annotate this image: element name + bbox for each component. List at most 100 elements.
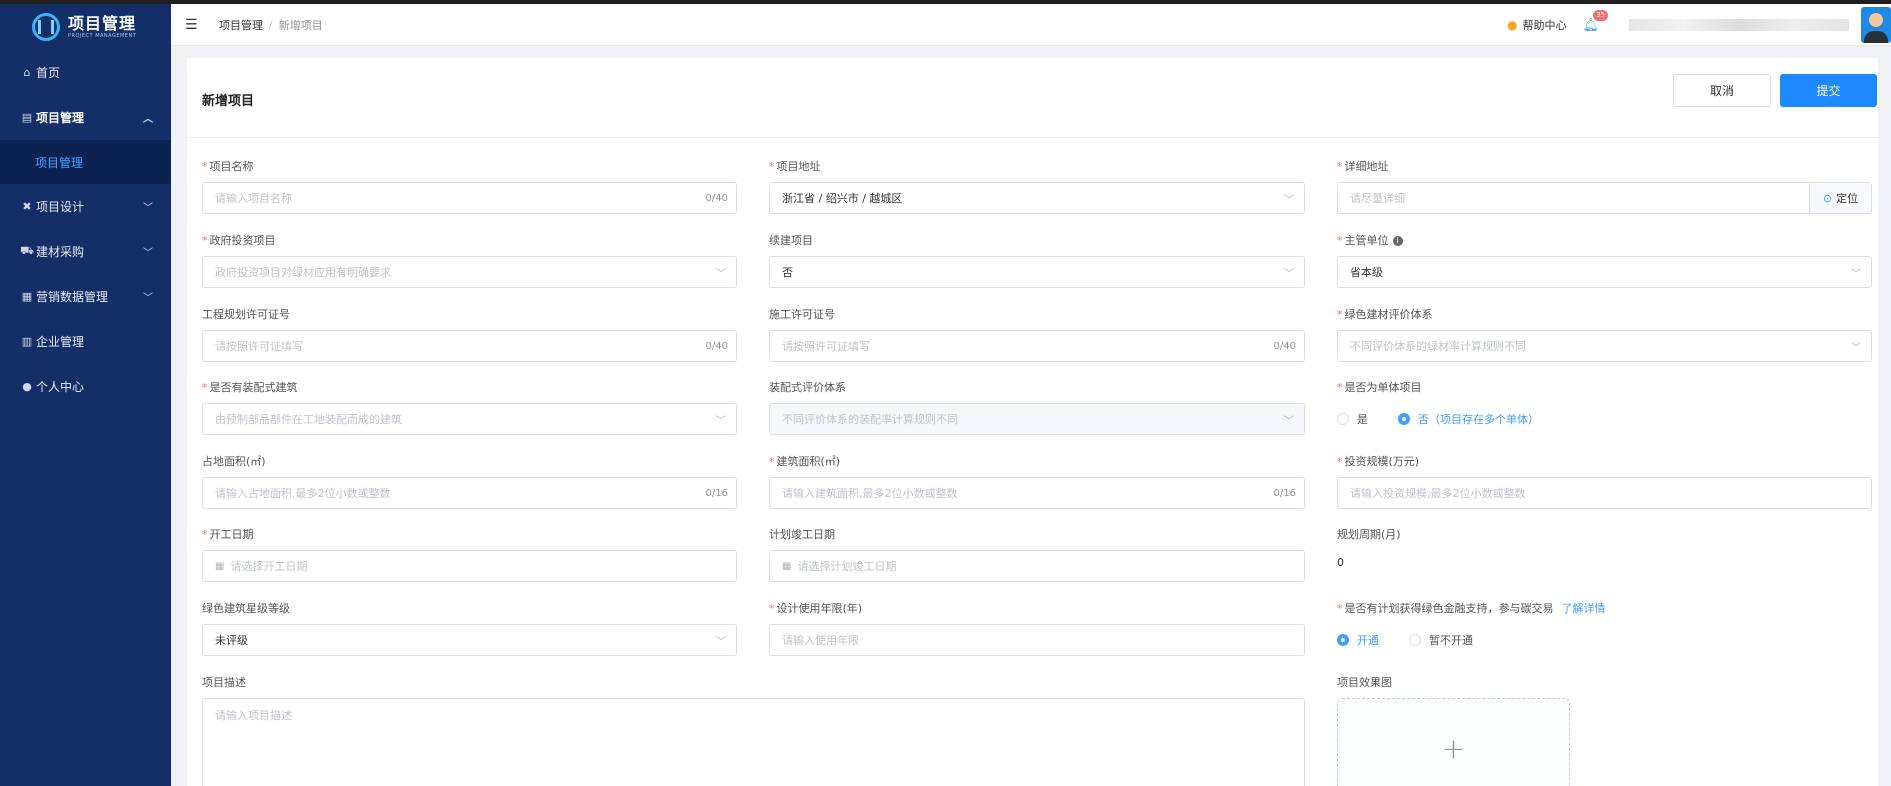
radio-enable[interactable]: 开通 <box>1337 632 1379 648</box>
input-placeholder: 请选择开工日期 <box>230 560 308 573</box>
construction-permit-input[interactable]: 请按照许可证填写 0/40 <box>769 330 1305 362</box>
sidebar-item-marketing-data[interactable]: ▦ 营销数据管理 ﹀ <box>0 274 171 319</box>
project-address-select[interactable]: 浙江省 / 绍兴市 / 越城区 ﹀ <box>769 182 1305 214</box>
breadcrumb: 项目管理 / 新增项目 <box>219 17 323 33</box>
field-green-finance: * 是否有计划获得绿色金融支持，参与碳交易 了解详情 开通 暂不开通 <box>1337 602 1872 647</box>
field-project-name: * 项目名称 请输入项目名称 0/40 <box>202 160 737 214</box>
field-green-star-level: 绿色建筑星级等级 未评级 ﹀ <box>202 602 737 656</box>
sidebar: 项目管理 PROJECT MANAGEMENT ⌂ 首页 ▤ 项目管理 ︿ 项目… <box>0 4 171 786</box>
building-area-input[interactable]: 请输入建筑面积,最多2位小数或整数 0/16 <box>769 477 1305 509</box>
sidebar-item-project-design[interactable]: ✖ 项目设计 ﹀ <box>0 184 171 229</box>
help-center-link[interactable]: ● 帮助中心 <box>1507 17 1566 33</box>
radio-label: 否（项目存在多个单体） <box>1418 413 1539 426</box>
sidebar-item-label: 营销数据管理 <box>36 290 109 304</box>
radio-yes[interactable]: 是 <box>1337 411 1368 427</box>
green-finance-radio-group: 开通 暂不开通 <box>1337 626 1503 654</box>
radio-label: 是 <box>1357 413 1368 426</box>
sidebar-item-material-purchase[interactable]: ⛟ 建材采购 ﹀ <box>0 229 171 274</box>
field-label: 主管单位 <box>1344 234 1389 247</box>
submit-button[interactable]: 提交 <box>1780 74 1877 107</box>
radio-circle-selected <box>1398 413 1410 425</box>
field-investment-scale: * 投资规模(万元) 请输入投资规模,最多2位小数或整数 <box>1337 455 1872 509</box>
field-label: 项目描述 <box>202 676 246 689</box>
planned-completion-picker[interactable]: ▦ 请选择计划竣工日期 <box>769 550 1305 582</box>
calendar-icon: ▦ <box>215 560 225 572</box>
prefab-building-select[interactable]: 由预制部品部件在工地装配而成的建筑 ﹀ <box>202 403 737 435</box>
radio-circle-selected <box>1337 634 1349 646</box>
input-placeholder: 请输入建筑面积,最多2位小数或整数 <box>782 487 958 500</box>
continued-project-select[interactable]: 否 ﹀ <box>769 256 1305 288</box>
avatar-body <box>1864 31 1888 43</box>
field-label: 续建项目 <box>769 234 813 247</box>
sidebar-item-enterprise[interactable]: ▥ 企业管理 <box>0 319 171 364</box>
green-material-system-select[interactable]: 不同评价体系的绿材率计算规则不同 ﹀ <box>1337 330 1872 362</box>
sidebar-item-label: 建材采购 <box>36 245 85 259</box>
green-star-level-select[interactable]: 未评级 ﹀ <box>202 624 737 656</box>
field-prefab-building: * 是否有装配式建筑 由预制部品部件在工地装配而成的建筑 ﹀ <box>202 381 737 435</box>
authority-select[interactable]: 省本级 ﹀ <box>1337 256 1872 288</box>
field-description: 项目描述 请输入项目描述 <box>202 676 1305 786</box>
description-textarea[interactable]: 请输入项目描述 <box>202 698 1305 786</box>
cancel-button[interactable]: 取消 <box>1673 74 1771 107</box>
avatar[interactable] <box>1861 7 1891 43</box>
land-area-input[interactable]: 请输入占地面积,最多2位小数或整数 0/16 <box>202 477 737 509</box>
learn-more-link[interactable]: 了解详情 <box>1562 602 1606 615</box>
textarea-placeholder: 请输入项目描述 <box>215 709 292 722</box>
field-label: 详细地址 <box>1344 160 1389 173</box>
char-counter: 0/40 <box>705 192 728 204</box>
investment-scale-input[interactable]: 请输入投资规模,最多2位小数或整数 <box>1337 477 1872 509</box>
field-start-date: * 开工日期 ▦ 请选择开工日期 <box>202 528 737 582</box>
design-life-input[interactable]: 请输入使用年限 <box>769 624 1305 656</box>
select-placeholder: 不同评价体系的装配率计算规则不同 <box>782 413 958 426</box>
sidebar-item-personal-center[interactable]: ● 个人中心 <box>0 364 171 409</box>
logo[interactable]: 项目管理 PROJECT MANAGEMENT <box>0 4 171 50</box>
chevron-down-icon: ﹀ <box>143 293 153 304</box>
radio-no[interactable]: 否（项目存在多个单体） <box>1398 411 1539 427</box>
locate-button[interactable]: ⊙ 定位 <box>1809 183 1871 213</box>
gov-investment-select[interactable]: 政府投资项目对绿材应用有明确要求 ﹀ <box>202 256 737 288</box>
radio-circle <box>1409 634 1421 646</box>
radio-disable[interactable]: 暂不开通 <box>1409 632 1473 648</box>
sidebar-item-label: 个人中心 <box>36 380 85 394</box>
detail-address-input[interactable]: 请尽量详细 ⊙ 定位 <box>1337 182 1872 214</box>
char-counter: 0/16 <box>705 487 728 499</box>
start-date-picker[interactable]: ▦ 请选择开工日期 <box>202 550 737 582</box>
help-center-label: 帮助中心 <box>1522 19 1567 32</box>
char-counter: 0/40 <box>1273 340 1296 352</box>
field-design-life: * 设计使用年限(年) 请输入使用年限 <box>769 602 1305 656</box>
field-project-address: * 项目地址 浙江省 / 绍兴市 / 越城区 ﹀ <box>769 160 1305 214</box>
home-icon: ⌂ <box>23 66 31 79</box>
sidebar-item-label: 首页 <box>36 66 61 80</box>
input-placeholder: 请按照许可证填写 <box>215 340 303 353</box>
breadcrumb-item[interactable]: 项目管理 <box>219 17 263 33</box>
radio-label: 开通 <box>1357 634 1379 647</box>
radio-label: 暂不开通 <box>1429 634 1473 647</box>
input-placeholder: 请选择计划竣工日期 <box>797 560 897 573</box>
project-name-input[interactable]: 请输入项目名称 0/40 <box>202 182 737 214</box>
chevron-down-icon: ﹀ <box>716 268 726 280</box>
chevron-down-icon: ﹀ <box>1851 342 1861 354</box>
field-label: 占地面积(㎡) <box>202 455 266 468</box>
notification-bell[interactable]: 🔔︎ 35 <box>1582 9 1608 33</box>
field-single-project: * 是否为单体项目 是 否（项目存在多个单体） <box>1337 381 1872 426</box>
field-planned-completion: 计划竣工日期 ▦ 请选择计划竣工日期 <box>769 528 1305 582</box>
sidebar-item-project-management[interactable]: ▤ 项目管理 ︿ <box>0 95 171 140</box>
form-card: 新增项目 取消 提交 * 项目名称 请输入项目名称 0/40 * 项目地址 浙江省 … <box>187 58 1878 786</box>
menu-toggle-icon[interactable]: ☰ <box>185 17 201 33</box>
field-prefab-system: 装配式评价体系 不同评价体系的装配率计算规则不同 ﹀ <box>769 381 1305 435</box>
field-detail-address: * 详细地址 请尽量详细 ⊙ 定位 <box>1337 160 1872 214</box>
field-label: 项目效果图 <box>1337 676 1392 689</box>
sidebar-item-label: 企业管理 <box>36 335 85 349</box>
image-upload-area[interactable]: + <box>1337 698 1570 786</box>
select-placeholder: 不同评价体系的绿材率计算规则不同 <box>1350 340 1526 353</box>
chart-icon: ▦ <box>21 290 33 303</box>
select-value: 否 <box>782 266 793 279</box>
planning-permit-input[interactable]: 请按照许可证填写 0/40 <box>202 330 737 362</box>
field-label: 项目地址 <box>776 160 821 173</box>
input-placeholder: 请输入投资规模,最多2位小数或整数 <box>1350 487 1526 500</box>
info-icon[interactable]: i <box>1392 236 1403 246</box>
single-project-radio-group: 是 否（项目存在多个单体） <box>1337 405 1569 433</box>
sidebar-item-home[interactable]: ⌂ 首页 <box>0 50 171 95</box>
sidebar-subitem-project-management[interactable]: 项目管理 <box>0 140 171 184</box>
locate-label: 定位 <box>1836 192 1859 205</box>
